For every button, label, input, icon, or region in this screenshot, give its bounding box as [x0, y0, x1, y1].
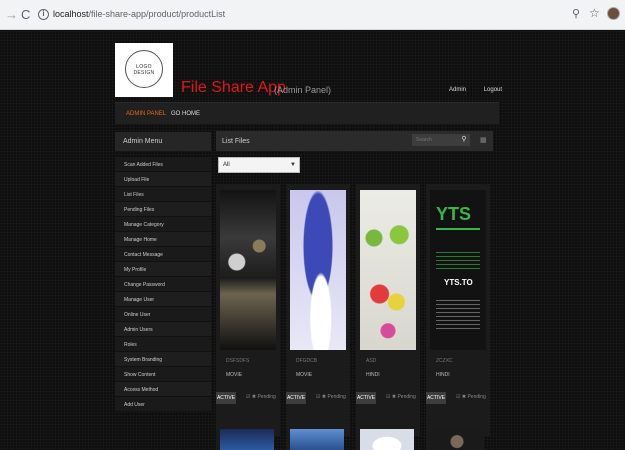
- file-card[interactable]: [356, 421, 414, 450]
- yts-site: YTS.TO: [444, 278, 473, 287]
- logo-ring: LOGO DESIGN: [125, 50, 163, 88]
- nav-admin-panel[interactable]: ADMIN PANEL: [126, 111, 166, 117]
- active-button[interactable]: ACTIVE: [426, 392, 446, 404]
- file-card[interactable]: [216, 421, 274, 450]
- active-button[interactable]: ACTIVE: [216, 392, 236, 404]
- file-card[interactable]: YTS YTS.TO ZCZXC HINDI ACTIVE ☑ ✖ Pendin…: [426, 184, 490, 436]
- file-card[interactable]: [426, 421, 484, 450]
- file-code: ZCZXC: [436, 358, 453, 364]
- yts-body-lines: [436, 300, 480, 330]
- file-code: DSFSDFS: [226, 358, 250, 364]
- main-header-bar: List Files ⚲ ▦: [216, 131, 493, 151]
- filter-selected-value: All: [223, 162, 230, 168]
- address-bar[interactable]: localhost/file-share-app/product/product…: [53, 9, 225, 19]
- back-arrow-icon[interactable]: →: [5, 8, 18, 22]
- file-thumbnail[interactable]: [430, 429, 484, 450]
- app-subtitle: (Admin Panel): [274, 85, 332, 95]
- top-nav: ADMIN PANEL GO HOME: [115, 102, 499, 124]
- file-category: HINDI: [366, 372, 380, 378]
- file-thumbnail[interactable]: [290, 429, 344, 450]
- sidebar-item-scan-added-files[interactable]: Scan Added Files: [115, 157, 211, 172]
- zoom-icon[interactable]: ⚲: [572, 7, 580, 20]
- chevron-down-icon: ▼: [290, 162, 296, 168]
- sidebar-item-list-files[interactable]: List Files: [115, 187, 211, 202]
- nav-go-home[interactable]: GO HOME: [171, 111, 200, 117]
- file-category: MOVIE: [296, 372, 313, 378]
- url-host: localhost: [53, 9, 89, 19]
- site-info-icon[interactable]: i: [38, 9, 49, 20]
- grid-view-icon[interactable]: ▦: [480, 136, 487, 144]
- search-icon[interactable]: ⚲: [458, 134, 470, 146]
- sidebar-item-manage-category[interactable]: Manage Category: [115, 217, 211, 232]
- site-header: LOGO DESIGN File Share App (Admin Panel)…: [115, 43, 502, 101]
- sidebar-item-upload-file[interactable]: Upload File: [115, 172, 211, 187]
- sidebar-item-change-password[interactable]: Change Password: [115, 277, 211, 292]
- yts-text-lines: [436, 252, 480, 272]
- logout-link[interactable]: Logout: [484, 87, 502, 93]
- main-title: List Files: [222, 138, 250, 145]
- logo[interactable]: LOGO DESIGN: [115, 43, 173, 97]
- browser-toolbar: → C i localhost/file-share-app/product/p…: [0, 0, 625, 30]
- sidebar-item-manage-user[interactable]: Manage User: [115, 292, 211, 307]
- top-links: Admin Logout: [449, 87, 518, 93]
- bookmark-star-icon[interactable]: ☆: [589, 6, 600, 20]
- url-path: /file-share-app/product/productList: [88, 9, 226, 19]
- pending-toggle[interactable]: ☑ ✖ Pending: [246, 394, 276, 400]
- yts-logo: YTS: [436, 204, 472, 224]
- file-thumbnail[interactable]: YTS YTS.TO: [430, 190, 486, 350]
- sidebar-item-contact-message[interactable]: Contact Message: [115, 247, 211, 262]
- file-card[interactable]: [286, 421, 344, 450]
- file-code: DFGDCB: [296, 358, 318, 364]
- sidebar-item-show-content[interactable]: Show Content: [115, 367, 211, 382]
- file-thumbnail[interactable]: [360, 429, 414, 450]
- file-thumbnail[interactable]: [360, 190, 416, 350]
- pending-toggle[interactable]: ☑ ✖ Pending: [456, 394, 486, 400]
- page: LOGO DESIGN File Share App (Admin Panel)…: [0, 30, 625, 450]
- category-filter-select[interactable]: All ▼: [218, 157, 300, 173]
- file-thumbnail[interactable]: [220, 429, 274, 450]
- admin-link[interactable]: Admin: [449, 87, 466, 93]
- profile-avatar[interactable]: [607, 7, 620, 20]
- reload-icon[interactable]: C: [21, 8, 30, 22]
- sidebar-title: Admin Menu: [115, 132, 211, 151]
- sidebar-item-manage-home[interactable]: Manage Home: [115, 232, 211, 247]
- active-button[interactable]: ACTIVE: [356, 392, 376, 404]
- sidebar-item-access-method[interactable]: Access Method: [115, 382, 211, 397]
- file-thumbnail[interactable]: [220, 190, 276, 350]
- yts-divider: [436, 228, 480, 230]
- sidebar-item-system-branding[interactable]: System Branding: [115, 352, 211, 367]
- sidebar-item-add-user[interactable]: Add User: [115, 397, 211, 412]
- pending-toggle[interactable]: ☑ ✖ Pending: [386, 394, 416, 400]
- app-title: File Share App: [181, 79, 286, 96]
- file-code: ASD: [366, 358, 377, 364]
- file-category: MOVIE: [226, 372, 243, 378]
- sidebar-item-my-profile[interactable]: My Profile: [115, 262, 211, 277]
- active-button[interactable]: ACTIVE: [286, 392, 306, 404]
- sidebar-item-admin-users[interactable]: Admin Users: [115, 322, 211, 337]
- sidebar: Admin Menu Scan Added Files Upload File …: [115, 132, 211, 412]
- file-card[interactable]: DSFSDFS MOVIE ACTIVE ☑ ✖ Pending: [216, 184, 280, 436]
- logo-text-2: DESIGN: [133, 70, 155, 76]
- sidebar-item-roles[interactable]: Roles: [115, 337, 211, 352]
- search-input[interactable]: [412, 134, 458, 146]
- file-card[interactable]: DFGDCB MOVIE ACTIVE ☑ ✖ Pending: [286, 184, 350, 436]
- file-category: HINDI: [436, 372, 450, 378]
- sidebar-item-online-user[interactable]: Online User: [115, 307, 211, 322]
- sidebar-item-pending-files[interactable]: Pending Files: [115, 202, 211, 217]
- pending-toggle[interactable]: ☑ ✖ Pending: [316, 394, 346, 400]
- file-thumbnail[interactable]: [290, 190, 346, 350]
- file-card[interactable]: ASD HINDI ACTIVE ☑ ✖ Pending: [356, 184, 420, 436]
- sidebar-menu: Scan Added Files Upload File List Files …: [115, 157, 211, 412]
